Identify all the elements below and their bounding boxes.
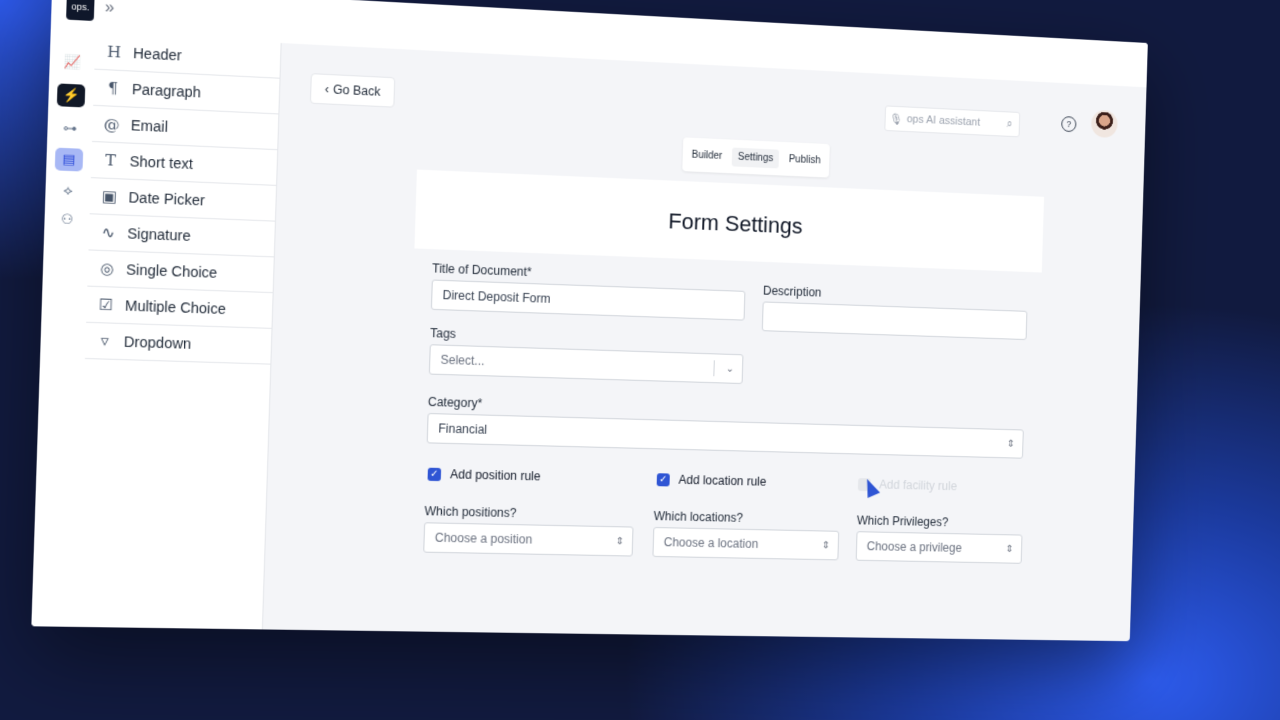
mouse-cursor-icon bbox=[860, 476, 881, 499]
position-rule-label: Add position rule bbox=[449, 467, 541, 484]
positions-select[interactable]: Choose a position ⇕ bbox=[423, 522, 634, 557]
tags-label: Tags bbox=[429, 326, 457, 342]
positions-label: Which positions? bbox=[424, 504, 517, 521]
signature-icon: ∿ bbox=[101, 223, 116, 243]
search-icon[interactable]: ⌕ bbox=[1000, 117, 1019, 131]
components-panel: H Header ¶ Paragraph @ Email T Short text ▣ D… bbox=[76, 33, 282, 630]
ops-logo[interactable]: ops. bbox=[66, 0, 95, 22]
position-rule-checkbox[interactable]: ✓ bbox=[427, 467, 442, 482]
updown-icon: ⇕ bbox=[1005, 543, 1014, 555]
tags-select[interactable]: Select... ⌄ bbox=[428, 344, 744, 385]
updown-icon: ⇕ bbox=[615, 535, 625, 547]
team-icon[interactable]: ⚇ bbox=[53, 208, 82, 232]
lightning-icon[interactable]: ⚡ bbox=[56, 83, 86, 108]
header-icon: H bbox=[106, 42, 122, 62]
mode-tabs: Builder Settings Publish bbox=[682, 137, 830, 178]
text-icon: T bbox=[104, 150, 117, 170]
chevron-left-icon: ‹ bbox=[324, 81, 330, 97]
component-dropdown[interactable]: ▿ Dropdown bbox=[84, 322, 272, 365]
updown-icon: ⇕ bbox=[1006, 438, 1016, 450]
tab-publish[interactable]: Publish bbox=[789, 154, 821, 166]
privileges-label: Which Privileges? bbox=[856, 513, 949, 530]
privileges-select[interactable]: Choose a privilege ⇕ bbox=[855, 531, 1023, 564]
tags-placeholder: Select... bbox=[440, 352, 485, 369]
ai-assistant-search[interactable]: 🎙 ops AI assistant ⌕ bbox=[884, 105, 1021, 138]
at-sign-icon: @ bbox=[103, 114, 121, 134]
component-label: Email bbox=[130, 116, 169, 136]
component-label: Header bbox=[132, 44, 182, 64]
dropdown-icon: ▿ bbox=[100, 331, 110, 351]
chevron-down-icon: ⌄ bbox=[725, 363, 735, 375]
description-input[interactable] bbox=[761, 301, 1028, 341]
category-select[interactable]: Financial ⇕ bbox=[426, 412, 1024, 459]
facility-rule-label: Add facility rule bbox=[879, 477, 958, 494]
location-rule-checkbox[interactable]: ✓ bbox=[656, 473, 670, 487]
handshake-icon[interactable]: ⟡ bbox=[54, 179, 83, 203]
chevron-double-right-icon[interactable]: » bbox=[105, 0, 115, 18]
positions-placeholder: Choose a position bbox=[434, 530, 533, 547]
paragraph-icon: ¶ bbox=[107, 78, 119, 98]
component-label: Paragraph bbox=[131, 80, 202, 101]
component-label: Signature bbox=[127, 225, 191, 244]
description-label: Description bbox=[762, 283, 822, 300]
title-input[interactable]: Direct Deposit Form bbox=[430, 279, 746, 321]
calendar-icon: ▣ bbox=[101, 186, 118, 207]
component-label: Short text bbox=[129, 152, 194, 173]
category-label: Category* bbox=[427, 394, 483, 411]
select-divider bbox=[713, 360, 715, 377]
category-value: Financial bbox=[438, 421, 488, 437]
locations-label: Which locations? bbox=[653, 509, 744, 525]
form-title-card: Form Settings bbox=[414, 169, 1045, 273]
title-label: Title of Document* bbox=[431, 261, 532, 280]
page-title: Form Settings bbox=[667, 208, 803, 239]
tab-builder[interactable]: Builder bbox=[691, 149, 722, 161]
component-label: Dropdown bbox=[123, 333, 192, 352]
component-label: Single Choice bbox=[125, 261, 218, 281]
checkbox-icon: ☑ bbox=[98, 295, 114, 315]
assistant-placeholder: ops AI assistant bbox=[906, 113, 981, 129]
go-back-button[interactable]: ‹ Go Back bbox=[309, 73, 396, 108]
analytics-icon[interactable]: 📈 bbox=[58, 50, 86, 74]
locations-select[interactable]: Choose a location ⇕ bbox=[652, 526, 840, 561]
avatar[interactable] bbox=[1090, 109, 1118, 139]
updown-icon: ⇕ bbox=[821, 539, 831, 551]
locations-placeholder: Choose a location bbox=[663, 535, 759, 551]
app-window: ops. » 📈 ⚡ ⊶ ▤ ⟡ ⚇ H Header ¶ Paragraph @ E… bbox=[31, 0, 1148, 642]
header-strip bbox=[280, 0, 1148, 88]
component-multiple-choice[interactable]: ☑ Multiple Choice bbox=[86, 286, 273, 329]
microphone-icon[interactable]: 🎙 bbox=[885, 112, 906, 126]
org-chart-icon[interactable]: ⊶ bbox=[56, 117, 84, 141]
form-builder-icon[interactable]: ▤ bbox=[54, 147, 84, 172]
tab-settings[interactable]: Settings bbox=[731, 147, 780, 168]
privileges-placeholder: Choose a privilege bbox=[866, 539, 963, 555]
go-back-label: Go Back bbox=[332, 82, 381, 99]
radio-icon: ◎ bbox=[99, 259, 115, 279]
component-label: Date Picker bbox=[128, 189, 206, 209]
location-rule-label: Add location rule bbox=[678, 472, 767, 489]
stage: ops. » 📈 ⚡ ⊶ ▤ ⟡ ⚇ H Header ¶ Paragraph @ E… bbox=[0, 0, 1280, 720]
component-label: Multiple Choice bbox=[124, 297, 227, 318]
help-icon[interactable]: ? bbox=[1061, 116, 1077, 133]
